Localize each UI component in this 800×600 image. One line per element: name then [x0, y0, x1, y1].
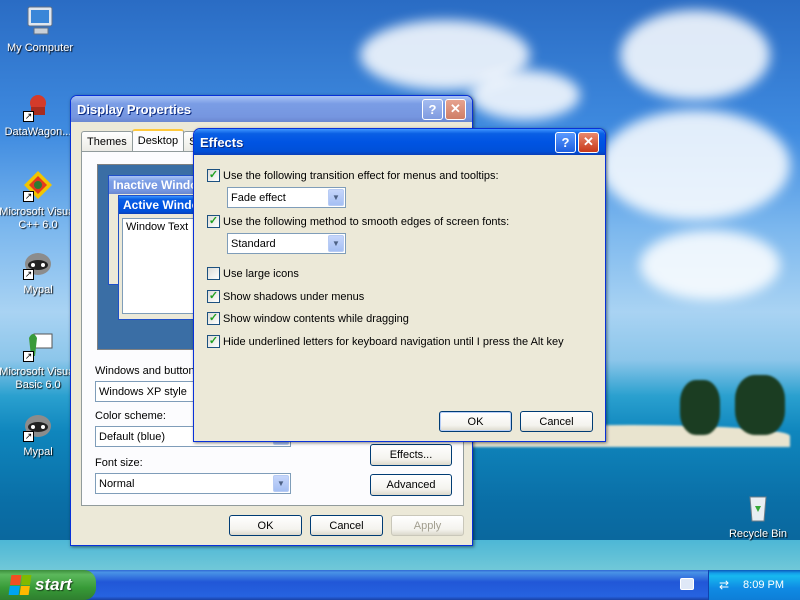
desktop-icon-mypal[interactable]: ↗ Mypal — [0, 246, 78, 297]
windows-buttons-value: Windows XP style — [99, 385, 187, 398]
recycle-bin-icon — [741, 490, 775, 524]
option-label: Use the following transition effect for … — [223, 169, 499, 182]
close-icon: ✕ — [583, 134, 594, 149]
clock[interactable]: 8:09 PM — [743, 579, 784, 591]
shortcut-arrow-icon: ↗ — [23, 269, 34, 280]
help-icon: ? — [428, 101, 437, 117]
effects-cancel-button[interactable]: Cancel — [520, 411, 593, 432]
window-title: Effects — [200, 134, 244, 150]
option-label: Use the following method to smooth edges… — [223, 215, 510, 228]
option-label: Use large icons — [223, 267, 299, 280]
tab-desktop[interactable]: Desktop — [131, 129, 185, 151]
shortcut-arrow-icon: ↗ — [23, 111, 34, 122]
desktop-icon-label: DataWagon... — [4, 126, 72, 138]
option-label: Show shadows under menus — [223, 290, 365, 303]
shortcut-arrow-icon: ↗ — [23, 431, 34, 442]
smoothing-method-value: Standard — [231, 237, 276, 250]
network-icon[interactable]: ⇄ — [719, 578, 729, 592]
cancel-button[interactable]: Cancel — [310, 515, 383, 536]
desktop-icon-datawagon[interactable]: ↗ DataWagon... — [0, 88, 78, 139]
font-size-select[interactable]: Normal ▼ — [95, 473, 291, 494]
smooth-fonts-checkbox[interactable]: ✓ Use the following method to smooth edg… — [207, 215, 509, 228]
desktop-icon-label: My Computer — [6, 42, 74, 54]
color-scheme-value: Default (blue) — [99, 430, 166, 443]
desktop-icon-label: Recycle Bin — [728, 528, 788, 540]
windows-buttons-label: Windows and buttons: — [95, 365, 204, 377]
desktop-icon-label: Mypal — [23, 446, 53, 458]
desktop-icon-recycle-bin[interactable]: Recycle Bin — [718, 490, 798, 541]
hide-underlines-checkbox[interactable]: ✓ Hide underlined letters for keyboard n… — [207, 335, 564, 348]
desktop-icon-visual-basic[interactable]: ↗ Microsoft Visual Basic 6.0 — [0, 328, 78, 392]
option-label: Hide underlined letters for keyboard nav… — [223, 335, 564, 348]
menu-shadows-checkbox[interactable]: ✓ Show shadows under menus — [207, 290, 364, 303]
desktop-icon-label: Microsoft Visual C++ 6.0 — [0, 206, 77, 231]
checkbox-unchecked[interactable] — [207, 267, 220, 280]
shortcut-arrow-icon: ↗ — [23, 351, 34, 362]
mypal-icon: ↗ — [21, 246, 55, 280]
effects-dialog: Effects ? ✕ ✓ Use the following transiti… — [193, 128, 606, 442]
desktop-icon-my-computer[interactable]: My Computer — [0, 4, 80, 55]
checkbox-checked[interactable]: ✓ — [207, 169, 220, 182]
tab-strip: Themes Desktop S — [81, 129, 203, 151]
help-button[interactable]: ? — [555, 131, 576, 153]
help-icon: ? — [561, 134, 570, 150]
font-size-label: Font size: — [95, 457, 143, 469]
desktop-icon-label: Microsoft Visual Basic 6.0 — [0, 366, 77, 391]
transition-effect-value: Fade effect — [231, 191, 286, 204]
keyboard-icon[interactable] — [680, 578, 694, 590]
start-label: start — [35, 575, 72, 594]
datawagon-icon: ↗ — [21, 88, 55, 122]
checkbox-checked[interactable]: ✓ — [207, 335, 220, 348]
start-button[interactable]: start — [0, 570, 96, 600]
checkbox-checked[interactable]: ✓ — [207, 290, 220, 303]
effects-ok-button[interactable]: OK — [439, 411, 512, 432]
help-button[interactable]: ? — [422, 98, 443, 120]
close-button[interactable]: ✕ — [445, 98, 466, 120]
transition-effect-select[interactable]: Fade effect ▼ — [227, 187, 346, 208]
advanced-button[interactable]: Advanced — [370, 474, 452, 496]
color-scheme-label: Color scheme: — [95, 410, 166, 422]
transition-effect-checkbox[interactable]: ✓ Use the following transition effect fo… — [207, 169, 499, 182]
close-icon: ✕ — [450, 101, 461, 116]
chevron-down-icon: ▼ — [273, 475, 289, 492]
drag-contents-checkbox[interactable]: ✓ Show window contents while dragging — [207, 312, 409, 325]
window-title: Display Properties — [77, 101, 192, 117]
windows-logo-icon — [8, 575, 32, 595]
close-button[interactable]: ✕ — [578, 131, 599, 153]
mypal-icon: ↗ — [21, 408, 55, 442]
desktop-icon-mypal-2[interactable]: ↗ Mypal — [0, 408, 78, 459]
display-properties-titlebar[interactable]: Display Properties ? ✕ — [71, 96, 472, 122]
visual-cpp-icon: ↗ — [21, 168, 55, 202]
font-size-value: Normal — [99, 477, 135, 490]
option-label: Show window contents while dragging — [223, 312, 409, 325]
desktop-icon-visual-cpp[interactable]: ↗ Microsoft Visual C++ 6.0 — [0, 168, 78, 232]
checkbox-checked[interactable]: ✓ — [207, 312, 220, 325]
system-tray: ⇄ 8:09 PM — [708, 570, 800, 600]
apply-button[interactable]: Apply — [391, 515, 464, 536]
visual-basic-icon: ↗ — [21, 328, 55, 362]
ok-button[interactable]: OK — [229, 515, 302, 536]
shortcut-arrow-icon: ↗ — [23, 191, 34, 202]
effects-titlebar[interactable]: Effects ? ✕ — [194, 129, 605, 155]
smoothing-method-select[interactable]: Standard ▼ — [227, 233, 346, 254]
chevron-down-icon: ▼ — [328, 189, 344, 206]
computer-icon — [23, 4, 57, 38]
effects-button[interactable]: Effects... — [370, 444, 452, 466]
taskbar: start ⇄ 8:09 PM — [0, 570, 800, 600]
desktop-icon-label: Mypal — [23, 284, 53, 296]
checkbox-checked[interactable]: ✓ — [207, 215, 220, 228]
large-icons-checkbox[interactable]: Use large icons — [207, 267, 299, 280]
chevron-down-icon: ▼ — [328, 235, 344, 252]
tab-themes[interactable]: Themes — [81, 131, 133, 151]
